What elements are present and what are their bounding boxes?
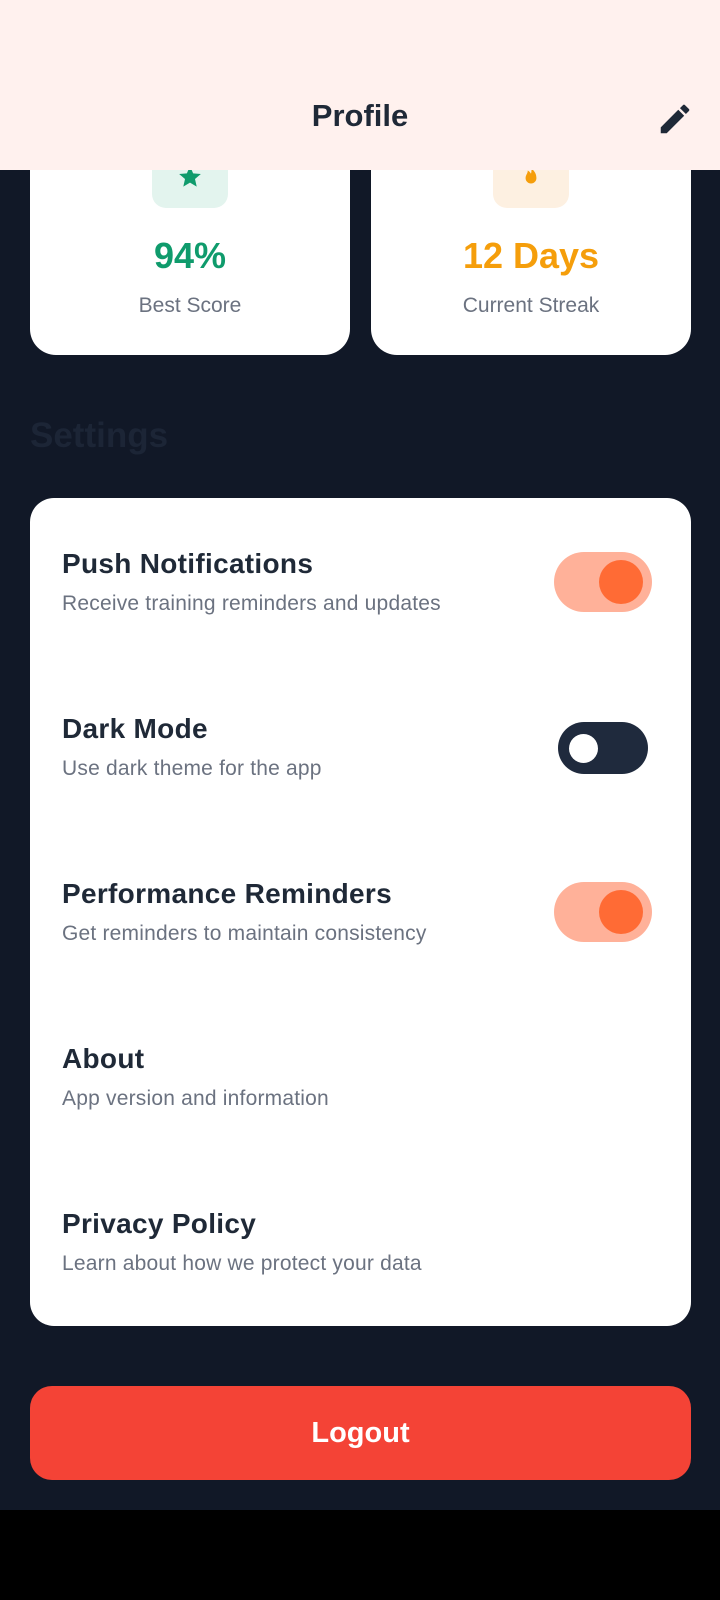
setting-subtitle: Learn about how we protect your data: [62, 1252, 422, 1275]
best-score-value: 94%: [153, 235, 227, 276]
setting-privacy-policy[interactable]: Privacy Policy Learn about how we protec…: [30, 1158, 691, 1323]
logout-button[interactable]: Logout: [30, 1386, 691, 1480]
setting-push-notifications[interactable]: Push Notifications Receive training remi…: [30, 498, 691, 663]
page-title: Profile: [311, 98, 409, 133]
setting-title: Push Notifications: [62, 548, 314, 579]
toggle-knob: [599, 560, 643, 604]
setting-subtitle: Receive training reminders and updates: [62, 592, 441, 615]
toggle-knob: [599, 890, 643, 934]
setting-title: Privacy Policy: [62, 1208, 257, 1239]
setting-title: Performance Reminders: [62, 878, 392, 909]
settings-card: Push Notifications Receive training remi…: [30, 498, 691, 1326]
current-streak-label: Current Streak: [462, 294, 600, 317]
setting-dark-mode[interactable]: Dark Mode Use dark theme for the app: [30, 663, 691, 828]
setting-subtitle: App version and information: [62, 1087, 329, 1110]
setting-subtitle: Use dark theme for the app: [62, 757, 322, 780]
setting-performance-reminders[interactable]: Performance Reminders Get reminders to m…: [30, 828, 691, 993]
profile-screen: 94% Best Score 12 Days Current Streak Pr…: [0, 0, 720, 1510]
setting-subtitle: Get reminders to maintain consistency: [62, 922, 427, 945]
pencil-icon: [660, 104, 690, 134]
push-notifications-toggle[interactable]: [554, 552, 652, 612]
setting-title: About: [62, 1043, 145, 1074]
current-streak-value: 12 Days: [462, 235, 600, 276]
setting-about[interactable]: About App version and information: [30, 993, 691, 1158]
edit-profile-button[interactable]: [652, 96, 698, 142]
setting-title: Dark Mode: [62, 713, 208, 744]
toggle-knob: [569, 734, 598, 763]
app-header: Profile: [0, 0, 720, 170]
best-score-label: Best Score: [138, 294, 242, 317]
dark-mode-toggle[interactable]: [558, 722, 648, 774]
performance-reminders-toggle[interactable]: [554, 882, 652, 942]
settings-section-title: Settings: [30, 416, 169, 455]
